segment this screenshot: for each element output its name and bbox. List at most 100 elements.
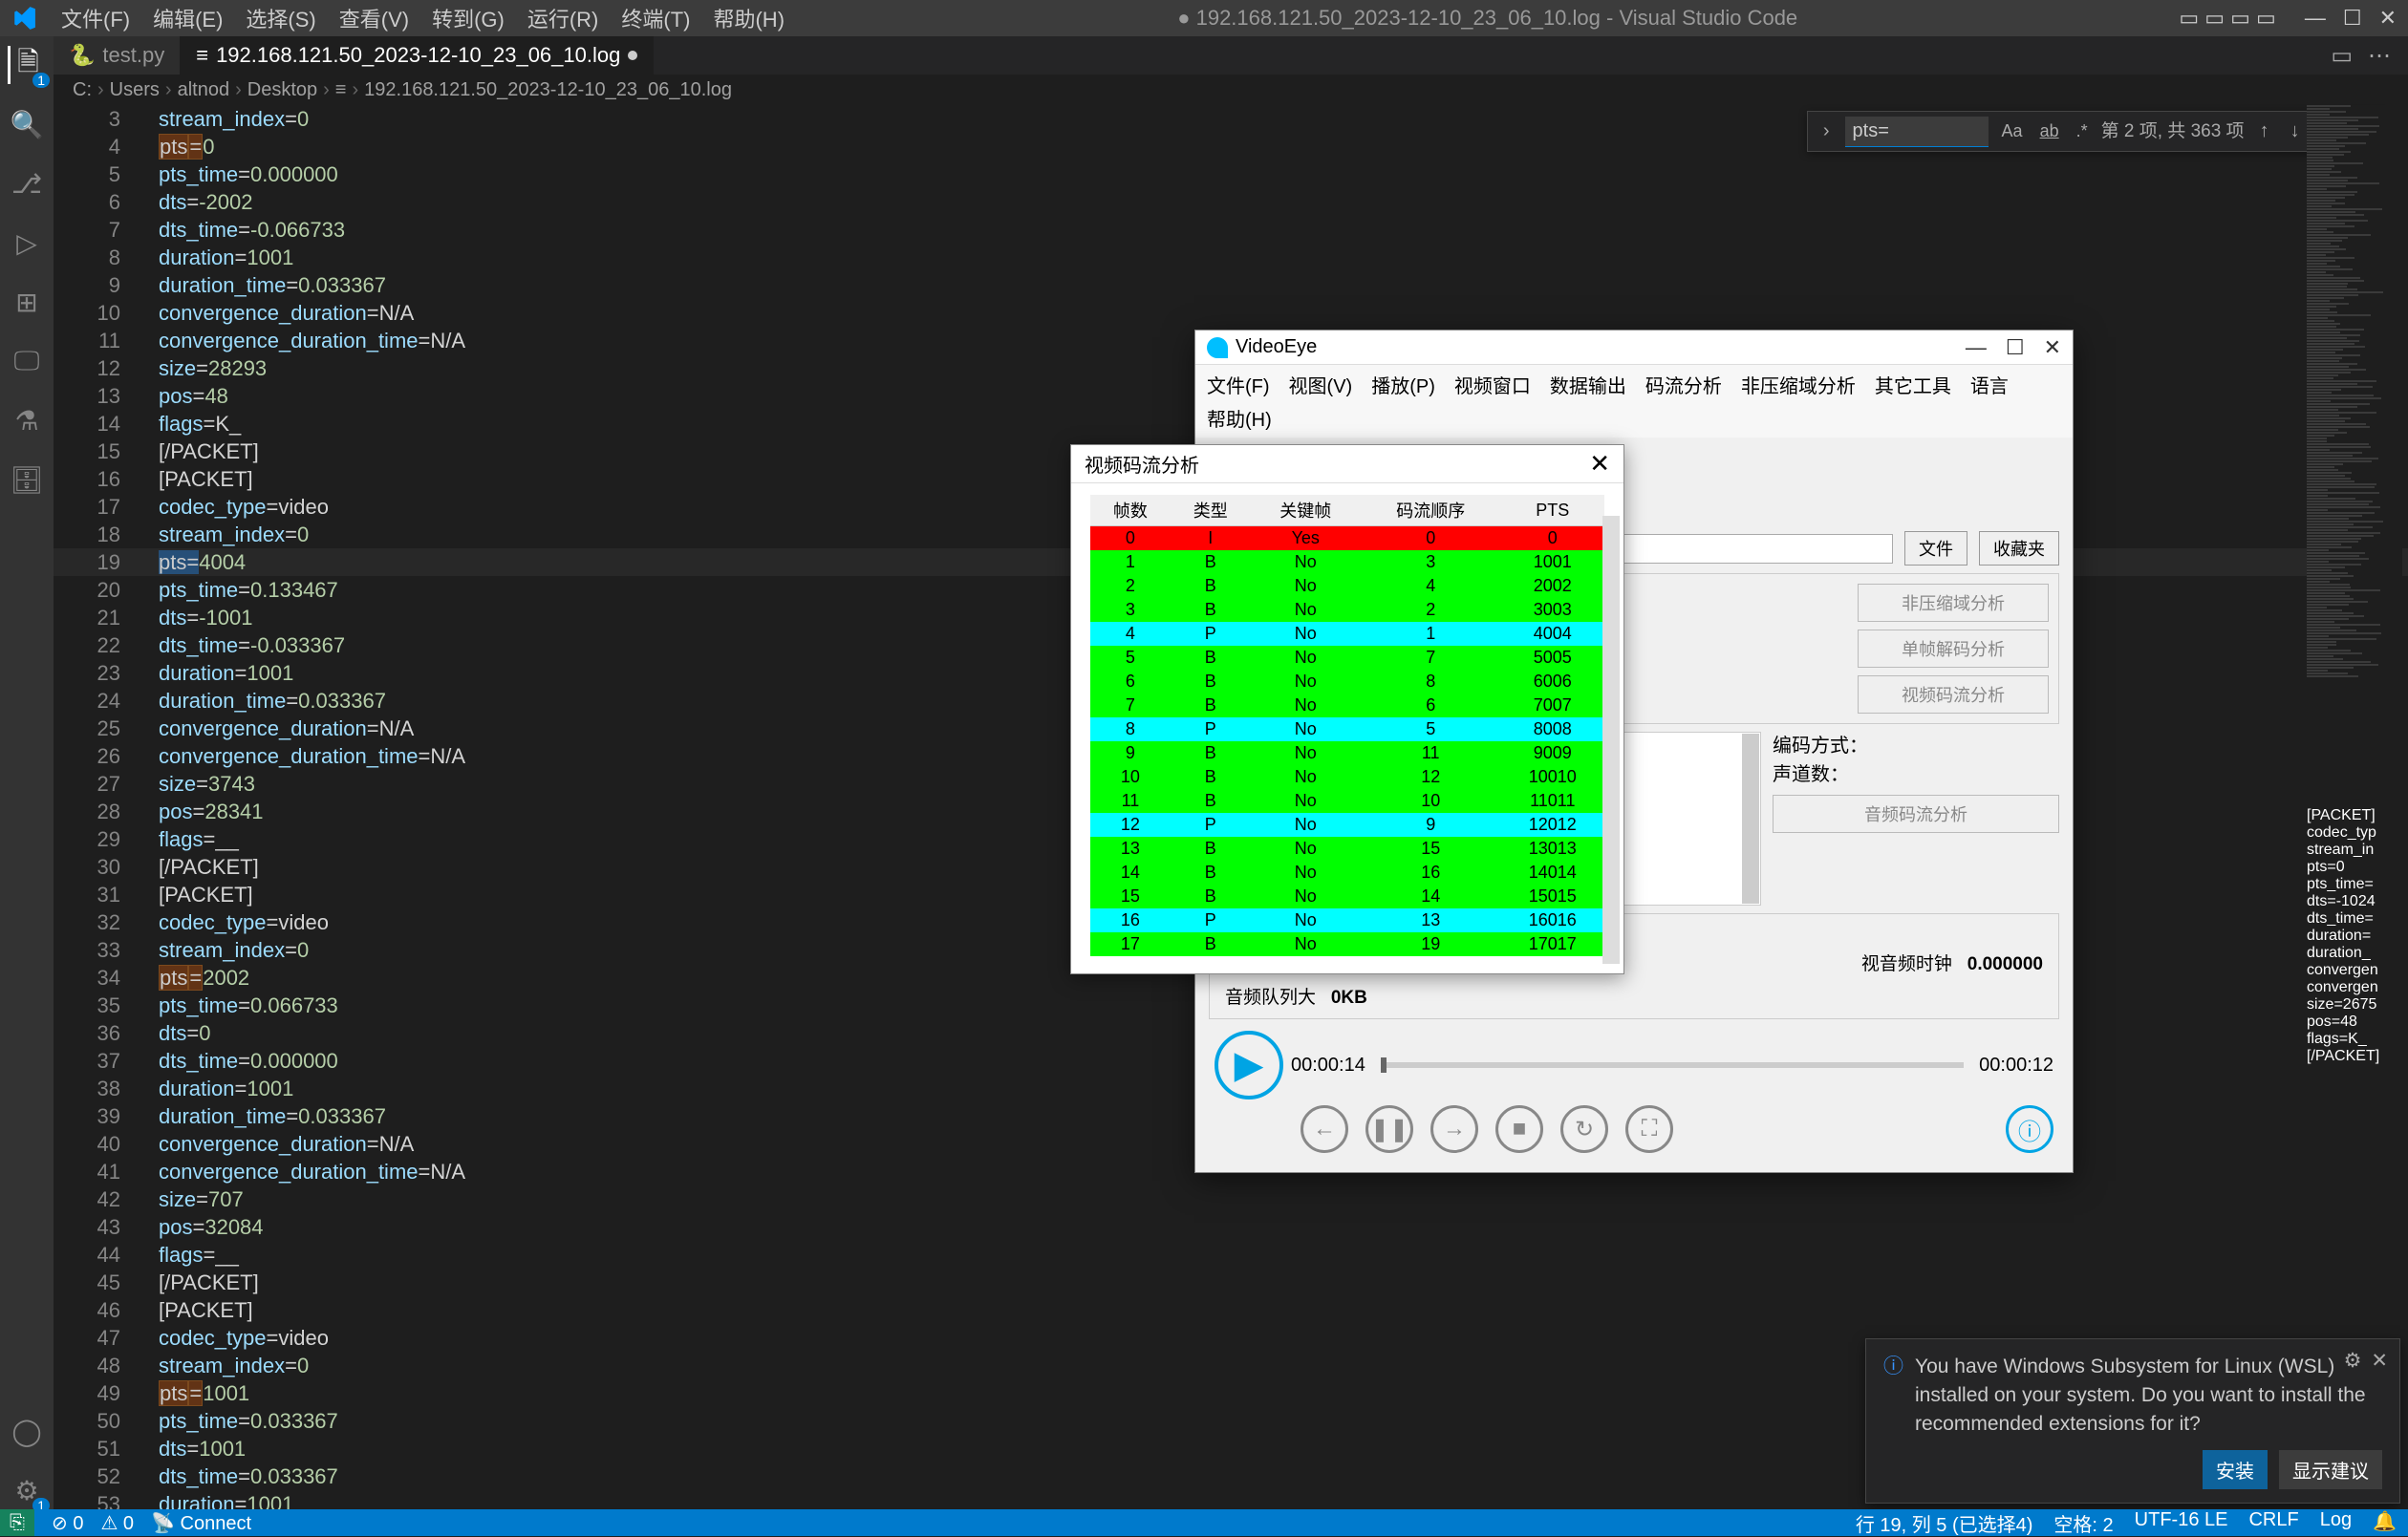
regex-icon[interactable]: .*: [2073, 116, 2092, 147]
videoeye-menu-item[interactable]: 视图(V): [1289, 371, 1353, 398]
menu-item[interactable]: 文件(F): [50, 0, 141, 37]
code-line[interactable]: pts_time=0.133467: [159, 576, 465, 604]
play-button[interactable]: ▶: [1215, 1031, 1283, 1099]
table-row[interactable]: 13BNo1513013: [1090, 837, 1604, 861]
code-content[interactable]: stream_index=0pts=0pts_time=0.000000dts=…: [159, 105, 465, 1518]
bitstream-close-icon[interactable]: ✕: [1589, 449, 1610, 479]
meta-scrollbar[interactable]: [1742, 734, 1759, 904]
layout-controls[interactable]: ▭ ▭ ▭ ▭: [2179, 6, 2275, 31]
videoeye-menu-item[interactable]: 帮助(H): [1207, 404, 1272, 432]
warnings-count[interactable]: ⚠ 0: [100, 1511, 134, 1535]
errors-count[interactable]: ⊘ 0: [52, 1511, 83, 1535]
table-row[interactable]: 0IYes00: [1090, 526, 1604, 551]
breadcrumb-segment[interactable]: altnod: [178, 79, 230, 101]
table-row[interactable]: 8PNo58008: [1090, 717, 1604, 741]
code-line[interactable]: convergence_duration=N/A: [159, 1130, 465, 1158]
toggle-replace-icon[interactable]: ›: [1817, 116, 1836, 147]
code-line[interactable]: flags=K_: [159, 410, 465, 438]
whole-word-icon[interactable]: ab: [2036, 116, 2063, 147]
breadcrumb-segment[interactable]: C:: [73, 79, 92, 101]
table-row[interactable]: 5BNo75005: [1090, 646, 1604, 670]
extensions-icon[interactable]: ⊞: [8, 283, 46, 321]
toast-gear-icon[interactable]: ⚙: [2344, 1349, 2362, 1373]
breadcrumb[interactable]: C:›Users›altnod›Desktop›≡›192.168.121.50…: [54, 75, 2408, 105]
code-line[interactable]: dts=-2002: [159, 188, 465, 216]
code-line[interactable]: dts=1001: [159, 1435, 465, 1462]
find-next-icon[interactable]: ↓: [2285, 116, 2306, 147]
videoeye-minimize-icon[interactable]: —: [1966, 335, 1987, 360]
fullscreen-button[interactable]: ⛶: [1625, 1105, 1673, 1153]
videoeye-menu-item[interactable]: 视频窗口: [1454, 371, 1531, 398]
find-prev-icon[interactable]: ↑: [2254, 116, 2275, 147]
analysis-button[interactable]: 单帧解码分析: [1858, 630, 2049, 668]
menu-item[interactable]: 选择(S): [234, 0, 327, 37]
prev-button[interactable]: ←: [1301, 1105, 1348, 1153]
table-row[interactable]: 7BNo67007: [1090, 694, 1604, 717]
code-line[interactable]: pts_time=0.033367: [159, 1407, 465, 1435]
code-line[interactable]: pts=2002: [159, 964, 465, 992]
videoeye-menu-item[interactable]: 文件(F): [1207, 371, 1270, 398]
audio-bitstream-button[interactable]: 音频码流分析: [1773, 795, 2059, 833]
code-line[interactable]: pts=0: [159, 133, 465, 160]
table-row[interactable]: 12PNo912012: [1090, 813, 1604, 837]
videoeye-menu-item[interactable]: 码流分析: [1645, 371, 1722, 398]
code-line[interactable]: pts=4004: [159, 548, 465, 576]
code-line[interactable]: dts_time=0.033367: [159, 1462, 465, 1490]
code-line[interactable]: pts=1001: [159, 1379, 465, 1407]
minimap[interactable]: [PACKET]codec_typstream_inpts=0pts_time=…: [2307, 105, 2402, 1509]
status-item[interactable]: UTF-16 LE: [2135, 1509, 2228, 1537]
videoeye-menu-item[interactable]: 播放(P): [1371, 371, 1435, 398]
timeline[interactable]: 00:00:14 00:00:12: [1291, 1055, 2053, 1077]
code-line[interactable]: [/PACKET]: [159, 1269, 465, 1296]
code-line[interactable]: pts_time=0.000000: [159, 160, 465, 188]
code-line[interactable]: stream_index=0: [159, 521, 465, 548]
videoeye-maximize-icon[interactable]: ☐: [2006, 335, 2025, 360]
table-row[interactable]: 9BNo119009: [1090, 741, 1604, 765]
code-line[interactable]: pos=28341: [159, 798, 465, 825]
install-button[interactable]: 安装: [2203, 1450, 2268, 1489]
code-line[interactable]: flags=__: [159, 1241, 465, 1269]
table-row[interactable]: 2BNo42002: [1090, 574, 1604, 598]
minimize-button[interactable]: —: [2305, 6, 2326, 31]
code-line[interactable]: size=707: [159, 1185, 465, 1213]
code-line[interactable]: pts_time=0.066733: [159, 992, 465, 1019]
connect-status[interactable]: 📡 Connect: [151, 1511, 251, 1535]
table-row[interactable]: 6BNo86006: [1090, 670, 1604, 694]
settings-gear-icon[interactable]: ⚙1: [8, 1471, 46, 1509]
videoeye-menu-item[interactable]: 数据输出: [1550, 371, 1626, 398]
menu-item[interactable]: 转到(G): [420, 0, 516, 37]
analysis-button[interactable]: 非压缩域分析: [1858, 584, 2049, 622]
menu-item[interactable]: 运行(R): [516, 0, 611, 37]
info-button[interactable]: ⓘ: [2006, 1105, 2053, 1153]
remote-explorer-icon[interactable]: 🖵: [8, 342, 46, 380]
videoeye-menu-item[interactable]: 其它工具: [1875, 371, 1951, 398]
pause-button[interactable]: ❚❚: [1365, 1105, 1413, 1153]
source-control-icon[interactable]: ⎇: [8, 164, 46, 203]
code-line[interactable]: convergence_duration_time=N/A: [159, 327, 465, 354]
code-line[interactable]: dts=-1001: [159, 604, 465, 631]
show-suggestions-button[interactable]: 显示建议: [2279, 1450, 2382, 1489]
code-line[interactable]: dts=0: [159, 1019, 465, 1047]
status-item[interactable]: 行 19, 列 5 (已选择4): [1856, 1509, 2033, 1537]
table-row[interactable]: 17BNo1917017: [1090, 932, 1604, 956]
testing-icon[interactable]: ⚗: [8, 401, 46, 439]
code-line[interactable]: flags=__: [159, 825, 465, 853]
code-line[interactable]: convergence_duration=N/A: [159, 299, 465, 327]
code-line[interactable]: [PACKET]: [159, 881, 465, 908]
code-line[interactable]: [/PACKET]: [159, 438, 465, 465]
code-line[interactable]: codec_type=video: [159, 493, 465, 521]
code-line[interactable]: codec_type=video: [159, 908, 465, 936]
code-line[interactable]: duration_time=0.033367: [159, 1102, 465, 1130]
remote-indicator[interactable]: ⎘: [0, 1509, 34, 1536]
code-line[interactable]: [/PACKET]: [159, 853, 465, 881]
code-line[interactable]: [PACKET]: [159, 1296, 465, 1324]
status-item[interactable]: 🔔: [2373, 1509, 2397, 1537]
favorites-button[interactable]: 收藏夹: [1979, 531, 2059, 566]
menu-item[interactable]: 终端(T): [610, 0, 701, 37]
code-line[interactable]: size=3743: [159, 770, 465, 798]
code-line[interactable]: size=28293: [159, 354, 465, 382]
more-actions-icon[interactable]: ⋯: [2368, 42, 2391, 70]
accounts-icon[interactable]: ◯: [8, 1412, 46, 1450]
tab[interactable]: ≡192.168.121.50_2023-12-10_23_06_10.log: [181, 36, 654, 75]
menu-item[interactable]: 查看(V): [328, 0, 420, 37]
